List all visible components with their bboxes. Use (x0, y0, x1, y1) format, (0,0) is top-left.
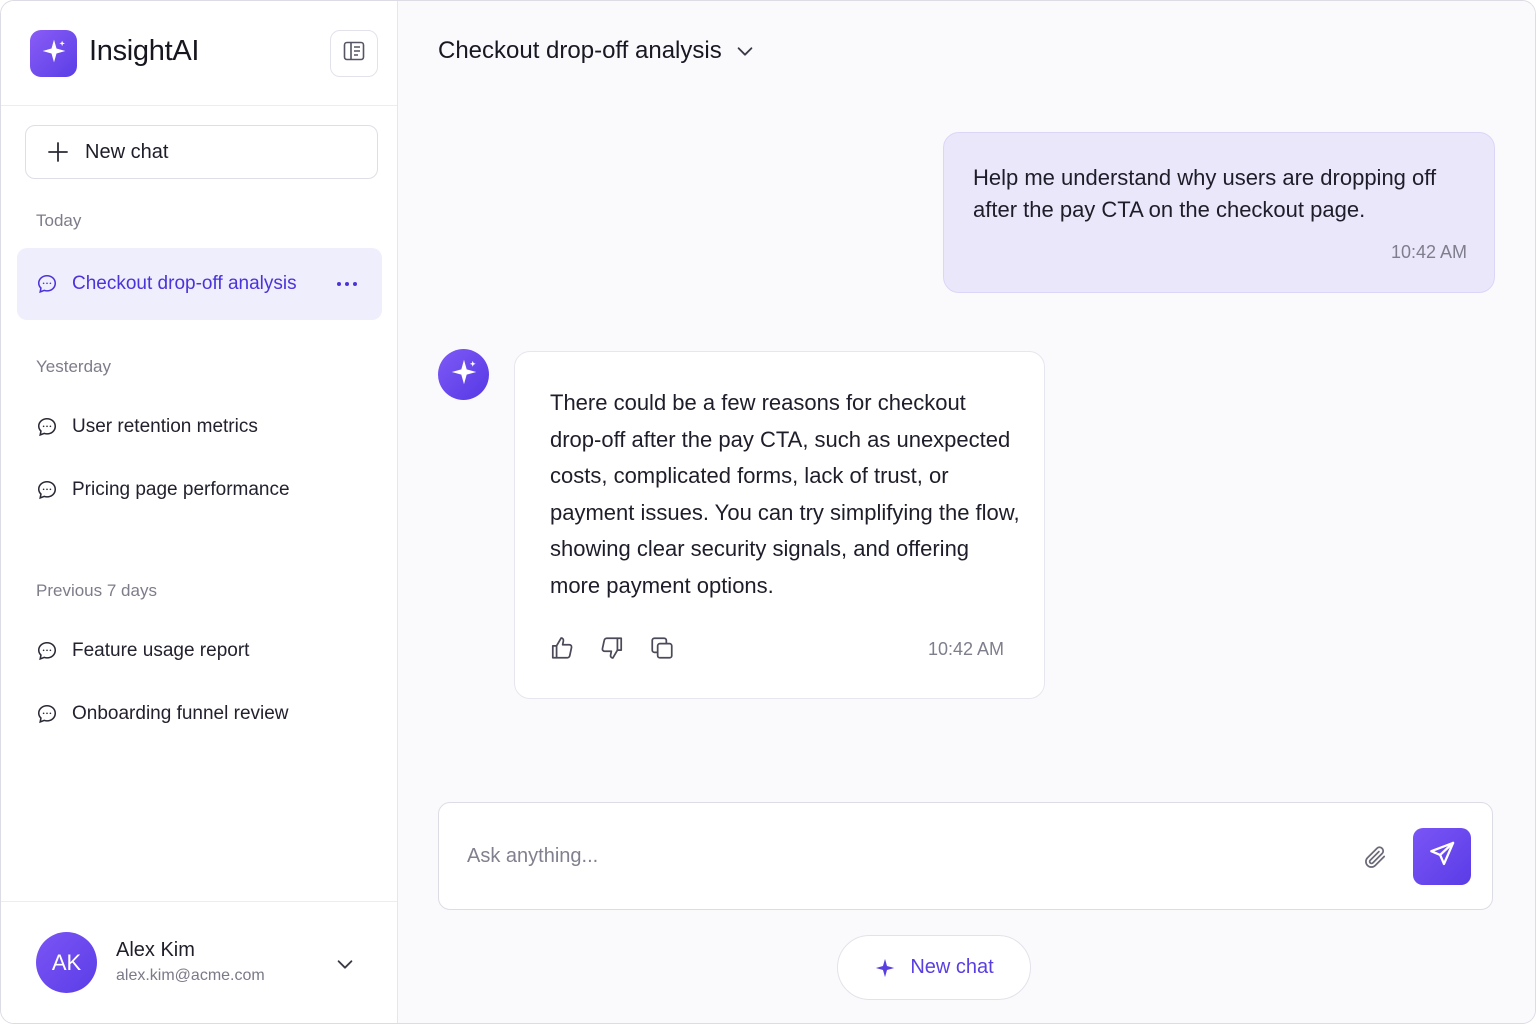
chevron-down-icon (734, 40, 756, 62)
chat-bubble-icon (36, 640, 58, 662)
paperclip-icon[interactable] (1361, 843, 1389, 871)
chat-item-onboarding-funnel[interactable]: Onboarding funnel review (17, 678, 382, 750)
chat-item-label: User retention metrics (72, 416, 258, 437)
user-email: alex.kim@acme.com (116, 967, 265, 984)
group-label-yesterday: Yesterday (36, 357, 111, 376)
sparkle-icon (41, 38, 67, 69)
sparkle-icon (874, 957, 896, 979)
assistant-message-time: 10:42 AM (927, 639, 1004, 659)
chat-item-label: Feature usage report (72, 640, 250, 661)
assistant-message-text: There could be a few reasons for checkou… (550, 390, 1020, 598)
assistant-avatar (438, 349, 489, 400)
thumbs-down-icon[interactable] (599, 635, 625, 661)
user-message: Help me understand why users are droppin… (943, 132, 1495, 293)
message-actions (549, 635, 675, 661)
new-chat-button[interactable]: New chat (25, 125, 378, 179)
new-chat-pill-button[interactable]: New chat (837, 935, 1031, 1000)
chat-item-label: Pricing page performance (72, 479, 290, 500)
assistant-message: There could be a few reasons for checkou… (514, 351, 1045, 699)
chat-item-feature-usage[interactable]: Feature usage report (17, 615, 382, 687)
plus-icon (46, 140, 70, 164)
new-chat-label: New chat (85, 140, 169, 163)
message-composer (438, 802, 1493, 910)
app-logo (30, 30, 77, 77)
chat-panel: Checkout drop-off analysis Help me under… (398, 1, 1535, 1023)
sidebar-toggle-icon (342, 39, 366, 68)
chat-bubble-icon (36, 416, 58, 438)
chat-input[interactable] (467, 833, 1327, 879)
group-label-today: Today (36, 211, 82, 230)
user-message-time: 10:42 AM (1390, 242, 1467, 262)
conversation-title-menu[interactable]: Checkout drop-off analysis (438, 37, 756, 65)
app-name: InsightAI (89, 35, 200, 67)
send-button[interactable] (1413, 828, 1471, 885)
group-label-previous-7-days: Previous 7 days (36, 581, 157, 600)
user-name: Alex Kim (116, 939, 195, 961)
chat-bubble-icon (36, 273, 58, 295)
sidebar-toggle-button[interactable] (330, 30, 378, 77)
chat-item-label: Onboarding funnel review (72, 703, 289, 724)
chat-bubble-icon (36, 703, 58, 725)
copy-icon[interactable] (649, 635, 675, 661)
page-title: Checkout drop-off analysis (438, 37, 722, 64)
avatar: AK (36, 932, 97, 993)
user-profile[interactable]: AK Alex Kim alex.kim@acme.com (1, 901, 397, 1023)
new-chat-pill-label: New chat (910, 956, 994, 978)
more-horizontal-icon[interactable] (334, 271, 360, 297)
chat-item-checkout-drop-off[interactable]: Checkout drop-off analysis (17, 248, 382, 320)
user-message-text: Help me understand why users are droppin… (973, 165, 1437, 222)
chat-bubble-icon (36, 479, 58, 501)
sidebar: InsightAI New chat Today Checkout drop-o… (1, 1, 398, 1023)
chevron-down-icon[interactable] (333, 952, 357, 976)
chat-item-label: Checkout drop-off analysis (72, 273, 297, 294)
sidebar-header: InsightAI (1, 1, 397, 106)
send-icon (1428, 840, 1456, 873)
sparkle-icon (450, 358, 478, 391)
chat-item-pricing-page[interactable]: Pricing page performance (17, 454, 382, 526)
chat-item-user-retention[interactable]: User retention metrics (17, 391, 382, 463)
app-window: InsightAI New chat Today Checkout drop-o… (0, 0, 1536, 1024)
thumbs-up-icon[interactable] (549, 635, 575, 661)
